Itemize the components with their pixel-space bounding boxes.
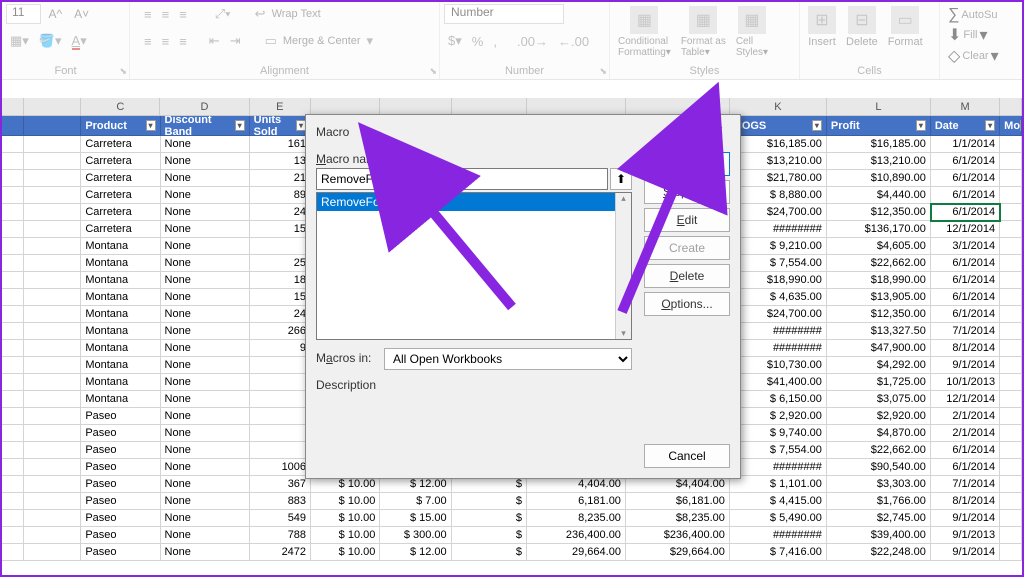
border-icon[interactable]: ▦▾ — [6, 31, 33, 51]
table-row[interactable]: PaseoNone2472$ 10.00$ 12.00$29,664.00$29… — [2, 544, 1022, 561]
currency-icon[interactable]: $▾ — [444, 31, 466, 51]
column-header[interactable]: D — [160, 98, 249, 116]
comma-icon[interactable]: , — [489, 32, 501, 51]
macros-in-select[interactable]: All Open Workbooks — [384, 348, 632, 370]
table-header[interactable]: Units Sold▾ — [250, 116, 311, 136]
macro-name-input[interactable] — [316, 168, 608, 190]
dialog-title: Macro — [316, 125, 349, 139]
options-button[interactable]: Options... — [644, 292, 730, 316]
table-header[interactable]: Discount Band▾ — [161, 116, 250, 136]
decrease-font-icon[interactable]: A˅ — [69, 5, 94, 23]
font-color-icon[interactable]: A▾ — [68, 31, 91, 51]
insert-button[interactable]: ⊞Insert — [804, 4, 840, 50]
cancel-button[interactable]: Cancel — [644, 444, 730, 468]
font-size-selector[interactable]: 11 — [6, 4, 41, 24]
delete-button[interactable]: Delete — [644, 264, 730, 288]
column-header[interactable]: L — [827, 98, 931, 116]
macros-in-label: Macros in: — [316, 351, 378, 365]
increase-font-icon[interactable]: A^ — [43, 5, 67, 23]
macro-name-label: Macro name: — [316, 152, 632, 166]
delete-button[interactable]: ⊟Delete — [842, 4, 882, 50]
number-format-selector[interactable]: Number — [444, 4, 564, 24]
help-button[interactable]: ? — [672, 121, 696, 142]
inc-decimal-icon[interactable]: .00→ — [513, 32, 552, 51]
column-header[interactable]: E — [250, 98, 311, 116]
clear-icon[interactable]: ◇ — [948, 46, 960, 66]
macro-list[interactable]: RemoveFormatAsTable ▴ ▾ — [316, 192, 632, 340]
column-header[interactable] — [24, 98, 81, 116]
description-label: Description — [316, 378, 632, 392]
table-header[interactable] — [2, 116, 24, 136]
create-button: Create — [644, 236, 730, 260]
column-header[interactable] — [2, 98, 24, 116]
table-row[interactable]: PaseoNone788$ 10.00$ 300.00$236,400.00$2… — [2, 527, 1022, 544]
fill-color-icon[interactable]: 🪣▾ — [35, 31, 66, 51]
list-item[interactable]: RemoveFormatAsTable — [317, 193, 631, 211]
table-header[interactable]: Mo▾ — [1000, 116, 1022, 136]
column-header[interactable]: M — [931, 98, 1000, 116]
percent-icon[interactable]: % — [468, 32, 488, 51]
dialog-launcher-icon[interactable]: ⬊ — [599, 66, 607, 77]
dialog-launcher-icon[interactable]: ⬊ — [429, 66, 437, 77]
table-header[interactable]: Product▾ — [81, 116, 160, 136]
column-header[interactable] — [1000, 98, 1022, 116]
align-right-icon[interactable]: ≡ — [175, 32, 191, 51]
collapse-icon[interactable]: ⬆ — [610, 168, 632, 190]
ribbon-group-label: Font — [6, 63, 125, 79]
align-bot-icon[interactable]: ≡ — [175, 5, 191, 24]
format-button[interactable]: ▭Format — [884, 4, 927, 50]
autosum-icon[interactable]: ∑ — [948, 6, 959, 24]
cell-styles-button[interactable]: ▦CellStyles▾ — [732, 4, 772, 60]
format-as-table-button[interactable]: ▦Format asTable▾ — [677, 4, 730, 60]
indent-inc-icon[interactable]: ⇥ — [226, 31, 245, 51]
table-header[interactable] — [24, 116, 81, 136]
wrap-text-icon[interactable]: ↩ — [251, 4, 270, 24]
table-header[interactable]: COGS▾ — [730, 116, 827, 136]
orient-icon[interactable]: ⤢▾ — [211, 4, 235, 24]
scroll-down-icon[interactable]: ▾ — [621, 328, 626, 339]
table-header[interactable]: Profit▾ — [827, 116, 931, 136]
merge-icon[interactable]: ▭ — [261, 31, 281, 51]
dialog-launcher-icon[interactable]: ⬊ — [119, 66, 127, 77]
step-into-button[interactable]: Step Into — [644, 180, 730, 204]
fill-icon[interactable]: ⬇ — [948, 25, 961, 45]
conditional-formatting-button[interactable]: ▦ConditionalFormatting▾ — [614, 4, 675, 60]
column-header[interactable]: K — [730, 98, 827, 116]
table-header[interactable]: Date▾ — [931, 116, 1000, 136]
edit-button[interactable]: Edit — [644, 208, 730, 232]
indent-dec-icon[interactable]: ⇤ — [205, 31, 224, 51]
table-row[interactable]: PaseoNone883$ 10.00$ 7.00$6,181.00$6,181… — [2, 493, 1022, 510]
dec-decimal-icon[interactable]: ←.00 — [554, 32, 593, 51]
run-button[interactable]: Run — [644, 152, 730, 176]
column-header[interactable]: C — [81, 98, 160, 116]
align-mid-icon[interactable]: ≡ — [158, 5, 174, 24]
close-button[interactable]: ✕ — [704, 121, 732, 142]
align-center-icon[interactable]: ≡ — [158, 32, 174, 51]
table-row[interactable]: PaseoNone549$ 10.00$ 15.00$8,235.00$8,23… — [2, 510, 1022, 527]
scroll-up-icon[interactable]: ▴ — [621, 193, 626, 204]
align-left-icon[interactable]: ≡ — [140, 32, 156, 51]
align-top-icon[interactable]: ≡ — [140, 5, 156, 24]
ribbon: 11 A^ A˅ ▦▾ 🪣▾ A▾ Font ⬊ ≡ ≡ ≡ ⤢▾ ↩ Wrap — [2, 2, 1022, 80]
macro-dialog: Macro ? ✕ Macro name: ⬆ RemoveFormatAsTa… — [305, 114, 741, 479]
